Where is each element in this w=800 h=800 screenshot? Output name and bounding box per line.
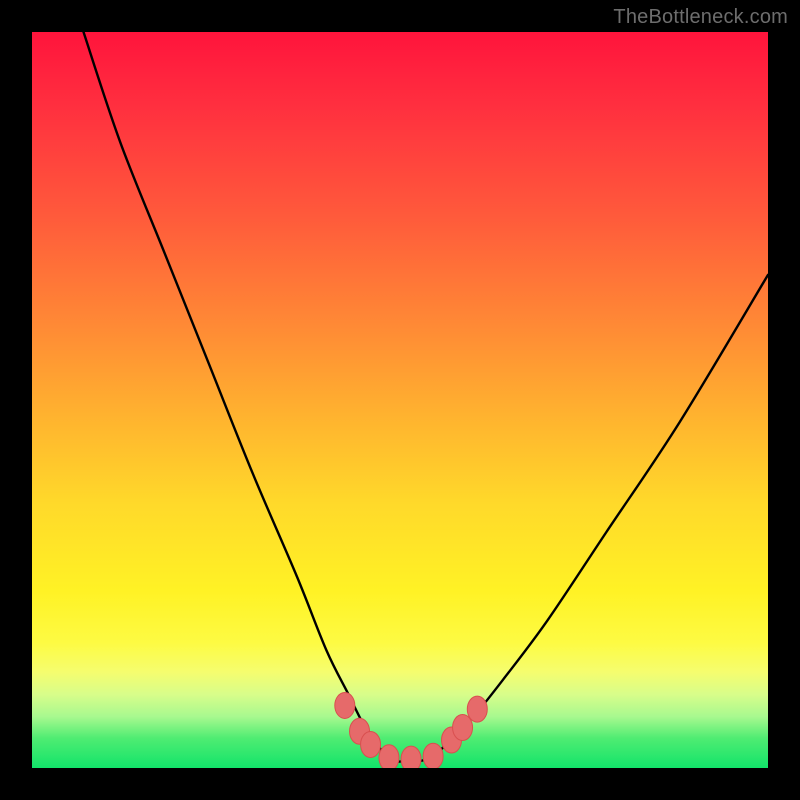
curve-marker [401, 746, 421, 768]
curve-marker [361, 731, 381, 757]
curve-marker [467, 696, 487, 722]
curve-markers [335, 692, 487, 768]
watermark-text: TheBottleneck.com [613, 6, 788, 29]
bottleneck-curve [84, 32, 768, 762]
curve-layer [32, 32, 768, 768]
curve-marker [453, 715, 473, 741]
plot-area [32, 32, 768, 768]
chart-frame: TheBottleneck.com [0, 0, 800, 800]
curve-marker [335, 692, 355, 718]
curve-marker [423, 743, 443, 768]
curve-marker [379, 745, 399, 768]
